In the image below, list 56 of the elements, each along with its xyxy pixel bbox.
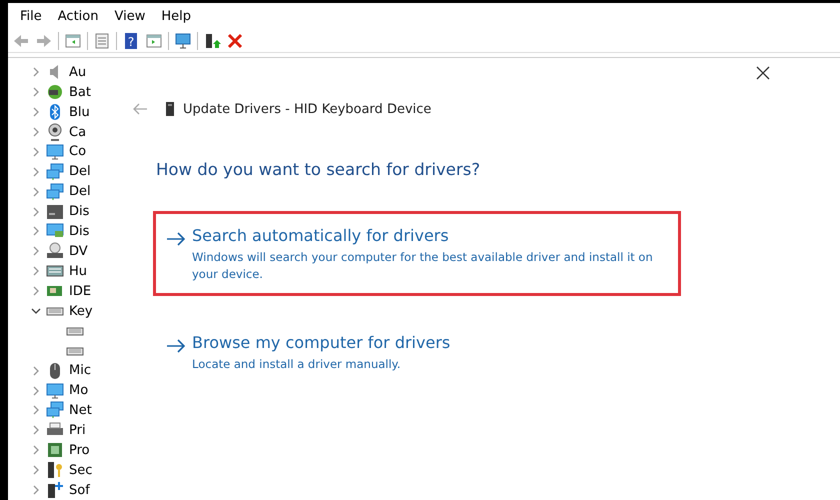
device-arrow-icon[interactable] xyxy=(203,32,221,50)
webcam-icon xyxy=(46,123,64,142)
menu-item[interactable]: File xyxy=(12,9,50,24)
tree-item[interactable]: Dis xyxy=(69,204,90,220)
tree-item[interactable]: Del xyxy=(69,164,91,180)
tree-item[interactable]: Bat xyxy=(69,84,91,100)
option-description: Windows will search your computer for the best available driver and install it on your device. xyxy=(192,249,654,284)
help-icon[interactable]: ? xyxy=(122,32,140,50)
option-title[interactable]: Browse my computer for drivers xyxy=(192,333,450,352)
network-icon xyxy=(46,182,64,201)
menu-item[interactable]: Help xyxy=(153,9,199,24)
tree-item[interactable]: DV xyxy=(69,244,88,259)
disc-drive-icon xyxy=(46,242,64,260)
tree-item[interactable]: Sec xyxy=(69,462,92,478)
option-link[interactable]: Browse my computer for drivers Locate and install a driver manually. xyxy=(153,318,681,386)
key-device-icon xyxy=(46,461,64,480)
highlighted-option[interactable]: Search automatically for drivers Windows will search your computer for the best available driver and install it on your device. xyxy=(153,211,681,296)
close-icon[interactable] xyxy=(756,66,770,80)
menu-item[interactable]: Action xyxy=(50,9,106,24)
tree-item[interactable]: Net xyxy=(69,402,92,418)
back-arrow-icon[interactable] xyxy=(132,103,148,116)
tree-item[interactable]: Co xyxy=(69,144,86,160)
software-device-icon xyxy=(46,481,64,500)
tree-item[interactable]: Dis xyxy=(69,224,90,239)
monitor-icon xyxy=(46,142,64,161)
network-icon xyxy=(46,162,64,181)
window-pane-icon[interactable] xyxy=(145,32,163,50)
device-icon xyxy=(166,102,174,116)
menu-item[interactable]: View xyxy=(106,9,154,24)
drive-icon xyxy=(46,202,64,221)
tree-item[interactable]: Sof xyxy=(69,482,90,498)
tree-item[interactable]: Del xyxy=(69,184,91,200)
window-pane-icon[interactable] xyxy=(64,32,82,50)
tree-item[interactable]: Mo xyxy=(69,383,88,398)
battery-icon xyxy=(46,83,64,102)
arrow-icon xyxy=(166,232,186,246)
monitor-icon xyxy=(46,382,64,400)
processor-icon xyxy=(46,441,64,460)
document-icon[interactable] xyxy=(93,32,111,50)
tree-item[interactable]: Hu xyxy=(69,264,88,279)
delete-icon[interactable] xyxy=(226,32,244,50)
tree-item[interactable]: Key xyxy=(69,304,93,319)
tree-item[interactable]: Ca xyxy=(69,124,86,140)
tree-item[interactable]: Mic xyxy=(69,363,91,378)
tree-item[interactable]: Au xyxy=(69,64,86,80)
tree-item[interactable]: Pri xyxy=(69,422,86,438)
option-title[interactable]: Search automatically for drivers xyxy=(192,226,670,246)
tree-item[interactable]: Blu xyxy=(69,104,90,120)
option-description: Locate and install a driver manually. xyxy=(192,356,402,374)
dialog-title: Update Drivers - HID Keyboard Device xyxy=(183,102,432,117)
tree-item[interactable]: Pro xyxy=(69,442,90,458)
arrow-icon xyxy=(166,339,186,354)
dialog-heading: How do you want to search for drivers? xyxy=(156,160,482,180)
network-icon xyxy=(46,401,64,420)
tree-item[interactable]: IDE xyxy=(69,284,92,299)
monitor-icon[interactable] xyxy=(174,32,192,50)
